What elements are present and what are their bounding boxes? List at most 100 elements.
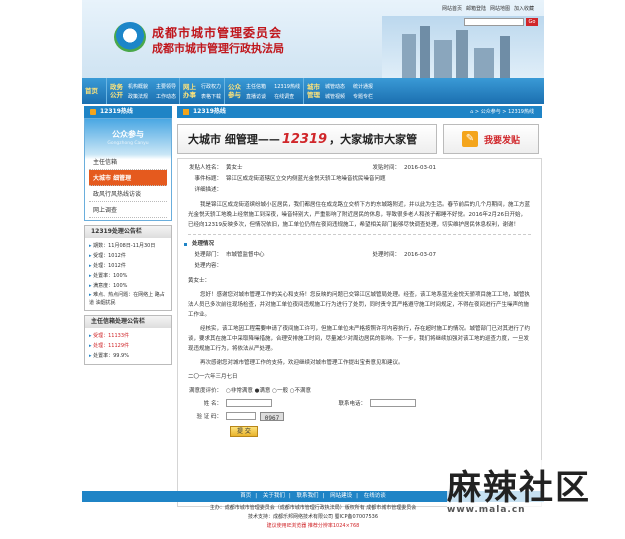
sidebar-item-director-mailbox[interactable]: 主任信箱: [89, 154, 167, 170]
nav-link[interactable]: 专题专栏: [353, 93, 373, 100]
nav-title-affairs[interactable]: 政务公开: [110, 83, 124, 99]
sidebar-section-title: 12319热线: [84, 106, 172, 118]
announcement-line: 处置率：100%: [89, 271, 167, 281]
event-title-label: 事件标题：: [194, 176, 222, 182]
link-mail[interactable]: 邮箱登陆: [466, 5, 486, 12]
submit-button[interactable]: 提 交: [230, 426, 258, 437]
nav-group-home[interactable]: 首页: [82, 78, 107, 104]
rating-option[interactable]: ○不满意: [290, 386, 311, 397]
rating-option[interactable]: ○非常满意: [226, 386, 253, 397]
event-title-value: 锦江区成龙街道辖区立交内侧蓝光金悦天骄工地噪音扰民噪音问题: [226, 176, 386, 182]
public-subtitle: Gongzhong Canyu: [107, 141, 149, 146]
name-input[interactable]: [226, 399, 272, 407]
page-container: 成都市城市管理委员会 成都市城市管理行政执法局 网站首页 邮箱登陆 网站地图 加…: [82, 0, 544, 539]
sender-label: 发贴人姓名：: [188, 165, 222, 171]
announcement-line: 处理：11129件: [89, 341, 167, 351]
reply-paragraph: 您好！感谢您对城市管理工作的关心和支持！您反映的问题已交锦江区城管局处理。经查，…: [188, 292, 531, 318]
reply-paragraph: 再次感谢您对城市管理工作的支持，欢迎继续对城市管理工作提出宝贵意见和建议。: [200, 360, 404, 366]
nav-link[interactable]: 在线调查: [274, 93, 300, 100]
announcement-line: 难点、热点问题：在网络上 路占道 油烟扰民: [89, 291, 167, 307]
nav-link[interactable]: 行政权力: [201, 83, 221, 90]
nav-link[interactable]: 政策法规: [128, 93, 148, 100]
slogan-banner: 大城市 细管理—— 12319 ，大家城市大家管: [177, 124, 437, 154]
site-title: 成都市城市管理委员会: [152, 26, 283, 40]
nav-group-city: 城市管理 城管动态 统计通报 城管视频 专题专栏: [304, 78, 376, 104]
phone-input[interactable]: [370, 399, 416, 407]
nav-title-city[interactable]: 城市管理: [307, 83, 321, 99]
hotline-banner: 大城市 细管理—— 12319 ，大家城市大家管 ✎ 我要发贴: [177, 124, 542, 154]
public-participation-box: 公众参与 Gongzhong Canyu 主任信箱 大城市 细管理 政风行风热线…: [84, 118, 172, 221]
public-title: 公众参与: [112, 130, 144, 139]
sent-time-label: 发贴时间：: [372, 165, 400, 171]
footer-link[interactable]: 关于我们: [263, 493, 285, 499]
footer-link[interactable]: 在线访谈: [364, 493, 386, 499]
content-label: 处理内容：: [194, 263, 222, 269]
breadcrumb: ⌂ > 公众参与 > 12319热线: [470, 109, 534, 115]
link-sitemap[interactable]: 网站地图: [490, 5, 510, 12]
sidebar-item-hotline-interview[interactable]: 政风行风热线访谈: [89, 186, 167, 202]
sidebar-item-online-survey[interactable]: 网上调查: [89, 202, 167, 218]
rating-option[interactable]: ○一般: [272, 386, 288, 397]
rating-label: 满意度评价：: [188, 388, 222, 394]
name-label: 姓 名：: [203, 401, 222, 407]
post-button[interactable]: ✎ 我要发贴: [443, 124, 539, 154]
rating-option[interactable]: ●满意: [255, 386, 271, 397]
nav-link[interactable]: 城管视频: [325, 93, 345, 100]
footer-link[interactable]: 联系我们: [296, 493, 318, 499]
announcement-line: 满意度：100%: [89, 281, 167, 291]
captcha-image[interactable]: 0967: [260, 412, 284, 422]
nav-group-public: 公众参与 主任信箱 12319热线 直播访谈 在线调查: [225, 78, 304, 104]
handling-section-title: 处理情况: [184, 239, 531, 250]
resp-time-label: 处理时间：: [372, 252, 400, 258]
reply-greeting: 黄女士：: [188, 278, 211, 284]
pencil-icon: ✎: [461, 131, 478, 147]
post-button-label: 我要发贴: [483, 135, 520, 146]
captcha-input[interactable]: [226, 412, 256, 420]
nav-link[interactable]: 直播访谈: [246, 93, 266, 100]
nav-title-public[interactable]: 公众参与: [228, 83, 242, 99]
complaint-detail: 发贴人姓名： 黄女士 发贴时间： 2016-03-01 事件标题： 锦江区成龙街…: [177, 158, 542, 507]
footer-link[interactable]: 网站建设: [330, 493, 352, 499]
nav-group-affairs: 政务公开 机构概貌 主要领导 政策法规 工作动态: [107, 78, 181, 104]
link-home[interactable]: 网站首页: [442, 5, 462, 12]
footer-link[interactable]: 首页: [240, 493, 251, 499]
announcement-line: 受理：1012件: [89, 251, 167, 261]
resp-time-value: 2016-03-07: [404, 252, 436, 258]
link-favorite[interactable]: 加入收藏: [514, 5, 534, 12]
sidebar-item-fine-management[interactable]: 大城市 细管理: [89, 170, 167, 186]
phone-label: 联系电话：: [338, 401, 366, 407]
city-emblem-logo: [114, 22, 146, 52]
announcement-line: 受理：11133件: [89, 331, 167, 341]
site-header: 成都市城市管理委员会 成都市城市管理行政执法局 网站首页 邮箱登陆 网站地图 加…: [82, 0, 544, 78]
mailbox-announcement-box: 主任信箱处理公告栏 受理：11133件 处理：11129件 处置率：99.9%: [84, 315, 172, 365]
reply-paragraph: 经核实，该工地因工程需要申请了夜间施工许可，但施工单位未严格按照许可内容执行，存…: [188, 326, 531, 352]
announcement-line: 期数：11月08日-11月30日: [89, 241, 167, 251]
nav-group-online: 网上办事 行政权力 表格下载: [180, 78, 226, 104]
captcha-label: 验 证 码：: [196, 414, 223, 420]
nav-link[interactable]: 主任信箱: [246, 83, 266, 90]
nav-link[interactable]: 表格下载: [201, 93, 221, 100]
description-label: 详细描述：: [194, 187, 222, 193]
dept-value: 市城管监督中心: [226, 252, 265, 258]
nav-link[interactable]: 工作动态: [156, 93, 176, 100]
search-go-button[interactable]: Go: [526, 18, 538, 26]
nav-link[interactable]: 12319热线: [274, 83, 300, 90]
announcement-line: 处置率：99.9%: [89, 351, 167, 361]
dept-label: 处理部门：: [194, 252, 222, 258]
main-section-title: 12319热线 ⌂ > 公众参与 > 12319热线: [177, 106, 542, 118]
main-content: 12319热线 ⌂ > 公众参与 > 12319热线 大城市 细管理—— 123…: [177, 106, 542, 507]
nav-link[interactable]: 城管动态: [325, 83, 345, 90]
watermark-text: 麻辣社区: [447, 468, 591, 508]
description-text: 我是锦江区成龙街道缤纷城小区居民，我们都居住在成龙路立交桥下方的东城路附近，并以…: [188, 202, 531, 228]
search-input[interactable]: [464, 18, 524, 26]
sent-time-value: 2016-03-01: [404, 165, 436, 171]
reply-date: 二〇一六年三月七日: [188, 374, 238, 380]
sender-value: 黄女士: [226, 165, 243, 171]
hotline-announcement-box: 12319处理公告栏 期数：11月08日-11月30日 受理：1012件 处理：…: [84, 225, 172, 311]
nav-title-online[interactable]: 网上办事: [183, 83, 197, 99]
announcement-title: 12319处理公告栏: [85, 226, 171, 238]
nav-link[interactable]: 机构概貌: [128, 83, 148, 90]
nav-link[interactable]: 统计通报: [353, 83, 373, 90]
main-nav: 首页 政务公开 机构概貌 主要领导 政策法规 工作动态 网上办事 行政权力 表格…: [82, 78, 544, 104]
nav-link[interactable]: 主要领导: [156, 83, 176, 90]
